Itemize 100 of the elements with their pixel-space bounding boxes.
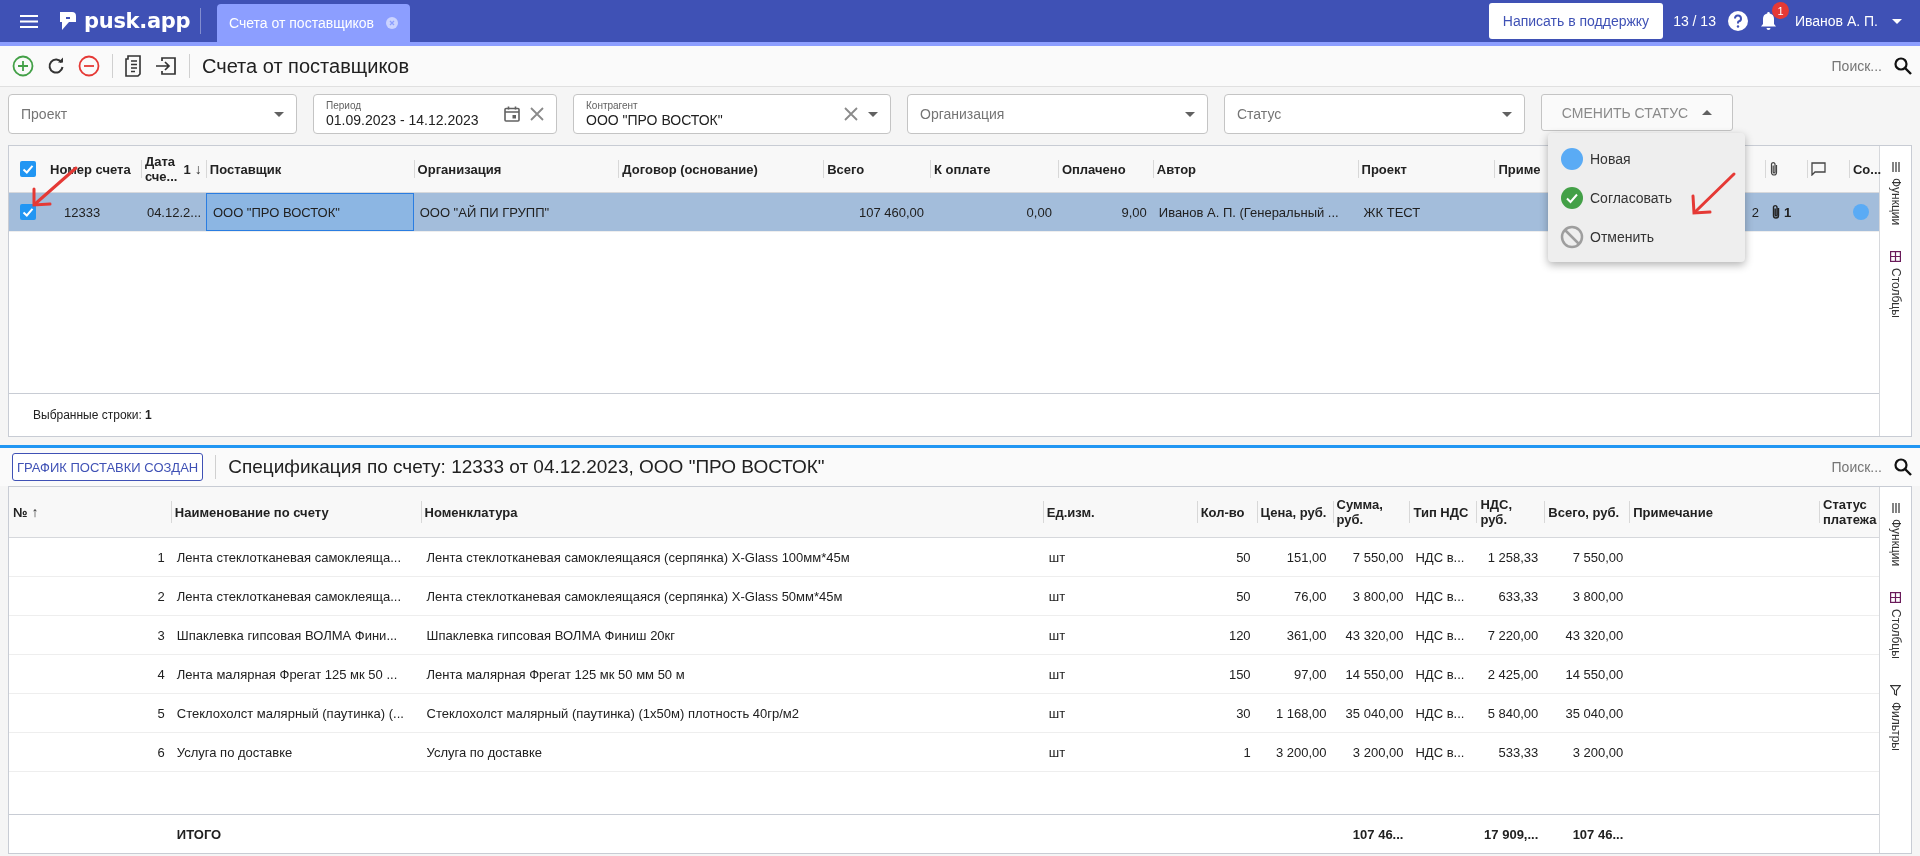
table-cell-text: 107 460,00 — [857, 203, 926, 222]
caret-icon — [274, 111, 284, 117]
menu-icon[interactable] — [20, 14, 38, 28]
table-cell-text: ЖК ТЕСТ — [1362, 203, 1422, 222]
bell-icon[interactable] — [1759, 11, 1777, 31]
column-header[interactable]: Цена, руб. — [1260, 504, 1327, 520]
table-cell-text: 35 040,00 — [1564, 704, 1625, 723]
column-header[interactable]: Ед.изм. — [1046, 504, 1095, 520]
receipt-icon[interactable] — [125, 55, 143, 77]
column-header[interactable]: НДС, руб. — [1480, 497, 1541, 527]
notification-badge: 1 — [1771, 2, 1789, 19]
menu-item[interactable]: Отменить — [1548, 217, 1745, 256]
search-icon[interactable] — [1894, 458, 1912, 476]
checkbox[interactable] — [19, 204, 36, 220]
calendar-icon[interactable] — [504, 106, 520, 122]
caret-icon — [1892, 18, 1902, 24]
delivery-schedule-button[interactable]: ГРАФИК ПОСТАВКИ СОЗДАН — [12, 453, 204, 481]
support-button[interactable]: Написать в поддержку — [1488, 3, 1664, 39]
paperclip-icon[interactable] — [1769, 161, 1780, 177]
user-menu[interactable]: Иванов А. П. — [1794, 13, 1902, 29]
select-field[interactable]: Организация — [907, 94, 1208, 134]
table-cell-text: 533,33 — [1497, 743, 1540, 762]
add-icon[interactable] — [12, 55, 34, 77]
table-cell-text: 50 — [1235, 548, 1252, 567]
column-header[interactable]: Поставщик — [209, 161, 282, 177]
check-icon — [1560, 185, 1584, 210]
arrow-annotation — [1691, 172, 1736, 215]
column-header[interactable]: Всего, руб. — [1548, 504, 1620, 520]
table-cell-text: шт — [1047, 743, 1067, 762]
menu-item[interactable]: Согласовать — [1548, 178, 1745, 217]
table-cell-text: 5 840,00 — [1486, 704, 1540, 723]
filter-icon — [1890, 685, 1901, 697]
select-field[interactable]: Проект — [8, 94, 297, 134]
table-cell-text: 361,00 — [1285, 626, 1328, 645]
remove-icon[interactable] — [78, 55, 100, 77]
date-field[interactable]: Период 01.09.2023 - 14.12.2023 — [313, 94, 557, 134]
sort-arrow-icon[interactable]: ↓ — [194, 161, 202, 177]
section-title: Спецификация по счету: 12333 от 04.12.2023, ООО "ПРО ВОСТОК" — [228, 456, 825, 478]
column-header[interactable]: Договор (основание) — [622, 161, 758, 177]
table-cell-text: 3 200,00 — [1351, 743, 1405, 762]
caret-icon — [1502, 111, 1512, 117]
search-field[interactable]: Поиск... — [1831, 459, 1882, 475]
column-header[interactable]: Дата сче... — [144, 154, 180, 184]
table-cell-text: Лента малярная Фрегат 125 мк 50 мм 50 м — [425, 665, 686, 684]
columns-icon — [1890, 592, 1901, 604]
select-field[interactable]: Контрагент ООО "ПРО ВОСТОК" — [573, 94, 891, 134]
table-cell-text: Услуга по доставке — [175, 743, 294, 762]
logo-text: pusk.app — [84, 9, 191, 33]
column-header[interactable]: Автор — [1156, 161, 1197, 177]
table-cell-text: 97,00 — [1293, 665, 1328, 684]
table-cell-text: 3 800,00 — [1571, 587, 1625, 606]
table-cell-text: 14 550,00 — [1344, 665, 1405, 684]
column-header[interactable]: Статус платежа — [1823, 497, 1877, 527]
column-header[interactable]: Кол-во — [1200, 504, 1245, 520]
table-cell-text: 3 200,00 — [1571, 743, 1625, 762]
menu-item[interactable]: Новая — [1548, 139, 1745, 178]
table-cell-text: 1 — [1242, 743, 1252, 762]
table-cell-text: ИТОГО — [175, 825, 223, 844]
table-cell-text: Стеклохолст малярный (паутинка) (1х50м) плотность 40гр/м2 — [425, 704, 800, 723]
column-header[interactable]: Проект — [1361, 161, 1407, 177]
table-cell-text: Стеклохолст малярный (паутинка) (... — [175, 704, 405, 723]
column-header[interactable]: Всего — [827, 161, 865, 177]
paperclip-icon[interactable] — [1771, 204, 1782, 220]
column-header[interactable]: Наименование по счету — [174, 504, 329, 520]
side-tool-tab[interactable]: Функции — [1888, 503, 1903, 567]
sort-arrow-icon[interactable]: ↑ — [31, 504, 39, 520]
search-icon[interactable] — [1894, 57, 1912, 75]
sort-order: 1 — [183, 161, 191, 177]
column-header[interactable]: Приме — [1498, 161, 1541, 177]
side-tool-tab[interactable]: Столбцы — [1888, 251, 1903, 319]
column-header[interactable]: Примечание — [1633, 504, 1713, 520]
column-header[interactable]: Сумма, руб. — [1336, 497, 1406, 527]
select-field[interactable]: Статус — [1224, 94, 1525, 134]
help-icon[interactable] — [1727, 11, 1748, 31]
refresh-icon[interactable] — [46, 56, 66, 76]
table-cell-text: 50 — [1235, 587, 1252, 606]
table-cell-text: НДС в... — [1414, 626, 1466, 645]
search-field[interactable]: Поиск... — [1831, 58, 1882, 74]
table-cell-text: 6 — [156, 743, 166, 762]
checkbox[interactable] — [19, 161, 36, 177]
side-tool-tab[interactable]: Столбцы — [1888, 592, 1903, 660]
table-cell-text: 17 909,... — [1483, 825, 1540, 844]
column-header[interactable]: Номенклатура — [424, 504, 518, 520]
table-cell-text: 5 — [156, 704, 166, 723]
table-cell-text: шт — [1047, 587, 1067, 606]
table-cell-text: Лента малярная Фрегат 125 мк 50 ... — [175, 665, 399, 684]
comment-icon[interactable] — [1811, 162, 1827, 176]
table-cell-text: 04.12.2... — [145, 203, 203, 222]
column-header[interactable]: К оплате — [934, 161, 991, 177]
import-icon[interactable] — [155, 56, 177, 76]
column-header[interactable]: Тип НДС — [1413, 504, 1469, 520]
clear-icon[interactable] — [844, 107, 858, 121]
column-header[interactable]: № — [13, 504, 28, 520]
table-cell-text: 107 46... — [1351, 825, 1405, 844]
column-header[interactable]: Оплачено — [1061, 161, 1126, 177]
side-tool-tab[interactable]: Фильтры — [1888, 685, 1903, 752]
column-header[interactable]: Со... — [1853, 161, 1882, 177]
side-tool-tab[interactable]: Функции — [1888, 162, 1903, 226]
column-header[interactable]: Организация — [417, 161, 502, 177]
clear-icon[interactable] — [530, 107, 544, 121]
